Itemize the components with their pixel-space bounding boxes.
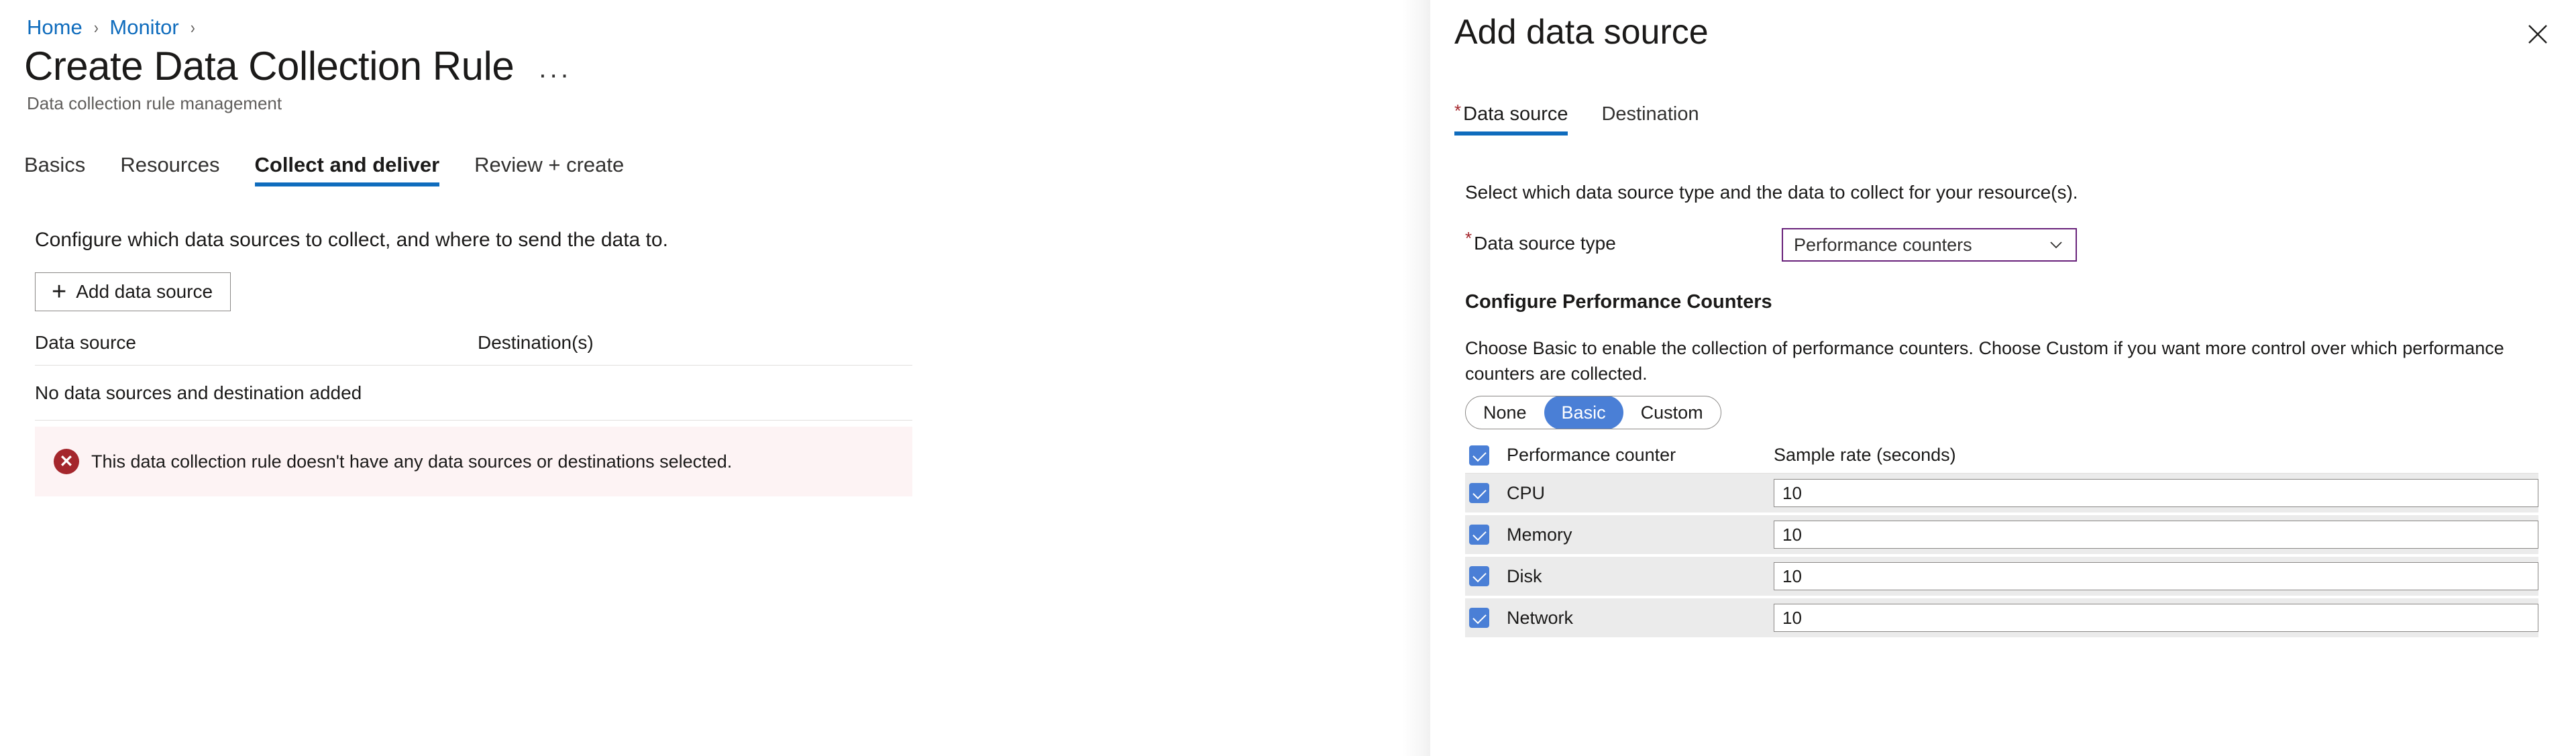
create-dcr-blade: Home › Monitor › Create Data Collection … — [0, 0, 1429, 756]
page-title-row: Create Data Collection Rule ··· — [24, 42, 571, 91]
configure-description: Choose Basic to enable the collection of… — [1465, 338, 2504, 384]
add-data-source-button[interactable]: + Add data source — [35, 272, 231, 311]
table-row: CPU — [1465, 474, 2538, 512]
row-checkbox-network[interactable] — [1469, 608, 1489, 628]
breadcrumb-item-monitor[interactable]: Monitor — [109, 15, 178, 40]
tab-collect-and-deliver[interactable]: Collect and deliver — [237, 153, 458, 186]
pane-tab-destination[interactable]: Destination — [1582, 102, 1713, 136]
sample-rate-cell-network — [1774, 604, 2538, 632]
validation-error-message: This data collection rule doesn't have a… — [91, 451, 733, 472]
row-checkbox-cpu[interactable] — [1469, 483, 1489, 503]
breadcrumb: Home › Monitor › — [27, 15, 206, 40]
tab-basics[interactable]: Basics — [24, 153, 103, 186]
error-circle-icon: ✕ — [54, 449, 79, 474]
table-row: Disk — [1465, 557, 2538, 596]
page-title: Create Data Collection Rule — [24, 44, 515, 89]
row-checkbox-cell — [1465, 566, 1507, 586]
chevron-down-icon — [2046, 235, 2066, 255]
counters-table-header: Performance counter Sample rate (seconds… — [1465, 437, 2538, 474]
select-all-checkbox[interactable] — [1469, 445, 1489, 466]
data-sources-table-header: Data source Destination(s) — [35, 322, 912, 366]
breadcrumb-separator-icon: › — [190, 17, 195, 38]
pane-tab-destination-label: Destination — [1601, 103, 1699, 125]
more-options-icon[interactable]: ··· — [538, 61, 571, 88]
pane-title: Add data source — [1454, 13, 1709, 52]
performance-counters-table: Performance counter Sample rate (seconds… — [1465, 437, 2538, 640]
add-data-source-pane: Add data source * Data source Destinatio… — [1430, 0, 2576, 756]
counter-name-cpu: CPU — [1507, 482, 1546, 503]
sample-rate-input-network[interactable] — [1774, 604, 2538, 632]
counter-name-disk: Disk — [1507, 565, 1542, 586]
breadcrumb-separator-icon: › — [93, 17, 99, 38]
data-sources-empty-message: No data sources and destination added — [35, 366, 912, 421]
column-header-data-source: Data source — [35, 332, 136, 353]
pane-description: Select which data source type and the da… — [1465, 182, 2078, 203]
table-row: Network — [1465, 598, 2538, 637]
counter-mode-none[interactable]: None — [1466, 396, 1544, 429]
sample-rate-cell-memory — [1774, 521, 2538, 549]
sample-rate-input-memory[interactable] — [1774, 521, 2538, 549]
column-header-destinations: Destination(s) — [478, 332, 594, 353]
sample-rate-cell-cpu — [1774, 479, 2538, 507]
column-header-sample-rate: Sample rate (seconds) — [1774, 445, 1956, 465]
data-source-type-label-text: Data source type — [1474, 233, 1616, 254]
plus-icon: + — [52, 278, 67, 306]
sample-rate-input-disk[interactable] — [1774, 562, 2538, 590]
data-source-type-value: Performance counters — [1794, 234, 1972, 255]
table-row: Memory — [1465, 515, 2538, 554]
required-asterisk: * — [1465, 228, 1472, 248]
row-checkbox-cell — [1465, 608, 1507, 628]
tab-review-create[interactable]: Review + create — [457, 153, 641, 186]
close-icon[interactable] — [2518, 15, 2557, 54]
azure-portal-screen: Home › Monitor › Create Data Collection … — [0, 0, 2576, 756]
select-all-checkbox-cell — [1465, 445, 1507, 466]
wizard-tabs: Basics Resources Collect and deliver Rev… — [24, 153, 641, 186]
row-checkbox-cell — [1465, 525, 1507, 545]
collect-description: Configure which data sources to collect,… — [35, 229, 668, 251]
counter-name-network: Network — [1507, 607, 1574, 628]
pane-tab-data-source-label: Data source — [1463, 103, 1568, 125]
pane-tab-data-source[interactable]: * Data source — [1454, 102, 1582, 136]
data-sources-table: Data source Destination(s) No data sourc… — [35, 322, 912, 421]
row-checkbox-disk[interactable] — [1469, 566, 1489, 586]
sample-rate-cell-disk — [1774, 562, 2538, 590]
data-source-type-dropdown[interactable]: Performance counters — [1782, 228, 2077, 262]
tab-resources[interactable]: Resources — [103, 153, 237, 186]
counter-mode-basic[interactable]: Basic — [1544, 396, 1623, 429]
page-subtitle: Data collection rule management — [27, 93, 282, 113]
counter-mode-toggle: None Basic Custom — [1465, 396, 1721, 429]
required-asterisk: * — [1454, 101, 1462, 121]
validation-error-banner: ✕ This data collection rule doesn't have… — [35, 427, 912, 496]
row-checkbox-cell — [1465, 483, 1507, 503]
row-checkbox-memory[interactable] — [1469, 525, 1489, 545]
add-data-source-label: Add data source — [76, 281, 213, 302]
data-source-type-label: * Data source type — [1465, 228, 1782, 258]
breadcrumb-item-home[interactable]: Home — [27, 15, 83, 40]
counter-mode-custom[interactable]: Custom — [1623, 396, 1721, 429]
data-source-type-field: * Data source type Performance counters — [1465, 228, 2538, 262]
configure-heading: Configure Performance Counters — [1465, 291, 1772, 313]
counter-name-memory: Memory — [1507, 524, 1572, 545]
pane-tabs: * Data source Destination — [1454, 102, 1714, 136]
sample-rate-input-cpu[interactable] — [1774, 479, 2538, 507]
column-header-performance-counter: Performance counter — [1507, 445, 1676, 465]
